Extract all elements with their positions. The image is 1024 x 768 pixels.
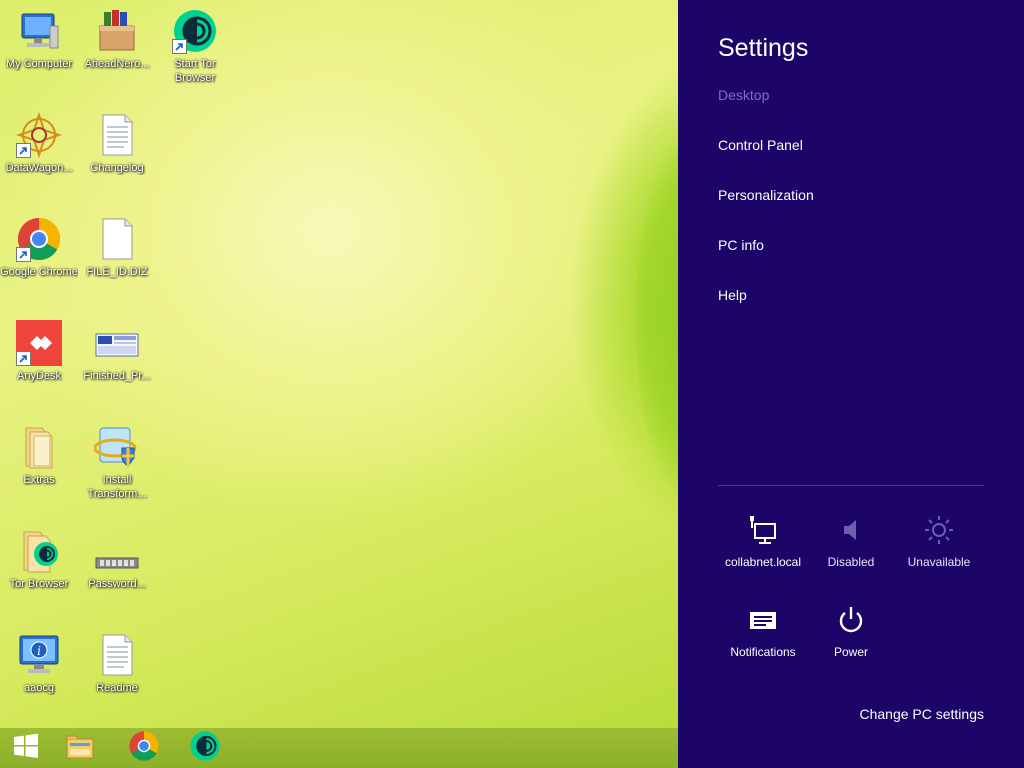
desktop-icon-file-id-diz[interactable]: FILE_ID.DIZ: [78, 216, 156, 279]
change-pc-settings-link[interactable]: Change PC settings: [859, 706, 984, 722]
settings-link-personalization[interactable]: Personalization: [718, 187, 814, 203]
desktop[interactable]: My Computer AheadNero... Start Tor Brows…: [0, 0, 736, 728]
desktop-icon-tor-browser-folder[interactable]: Tor Browser: [0, 528, 78, 591]
datawagon-icon: [16, 112, 62, 158]
taskbar-chrome[interactable]: [122, 731, 166, 765]
desktop-icon-datawagon[interactable]: DataWagon...: [0, 112, 78, 175]
chrome-icon: [16, 216, 62, 262]
power-icon: [807, 604, 895, 636]
taskbar-file-explorer[interactable]: [58, 731, 102, 765]
taskbar-tor[interactable]: [183, 731, 227, 765]
windows-logo-icon: [10, 730, 42, 766]
nero-box-icon: [94, 8, 140, 54]
brightness-icon: [895, 514, 983, 546]
start-button[interactable]: [4, 731, 48, 765]
installer-icon: [94, 424, 140, 470]
shortcut-arrow-icon: [172, 39, 187, 54]
settings-link-help[interactable]: Help: [718, 287, 747, 303]
folder-icon: [16, 424, 62, 470]
info-monitor-icon: i: [16, 632, 62, 678]
volume-button[interactable]: Disabled: [807, 514, 895, 569]
desktop-icon-anydesk[interactable]: AnyDesk: [0, 320, 78, 383]
settings-divider: [718, 485, 984, 486]
anydesk-icon: [16, 320, 62, 366]
shortcut-arrow-icon: [16, 143, 31, 158]
password-icon: [94, 528, 140, 574]
desktop-icon-changelog[interactable]: Changelog: [78, 112, 156, 175]
chrome-icon: [128, 730, 160, 766]
settings-charm-panel: Settings Desktop Control Panel Personali…: [678, 0, 1024, 768]
notifications-icon: [719, 604, 807, 636]
desktop-icon-password[interactable]: Password...: [78, 528, 156, 591]
network-icon: [719, 514, 807, 546]
desktop-icon-install-transform[interactable]: Install Transform...: [78, 424, 156, 501]
text-file-icon: [94, 112, 140, 158]
settings-context: Desktop: [718, 87, 770, 103]
finished-icon: [94, 320, 140, 366]
blank-file-icon: [94, 216, 140, 262]
tor-icon: [172, 8, 218, 54]
desktop-icon-extras[interactable]: Extras: [0, 424, 78, 487]
desktop-icon-finished[interactable]: Finished_Pr...: [78, 320, 156, 383]
tor-icon: [189, 730, 221, 766]
settings-link-pc-info[interactable]: PC info: [718, 237, 764, 253]
desktop-icon-aheadnero[interactable]: AheadNero...: [78, 8, 156, 71]
desktop-icon-my-computer[interactable]: My Computer: [0, 8, 78, 71]
shortcut-arrow-icon: [16, 247, 31, 262]
tor-folder-icon: [16, 528, 62, 574]
shortcut-arrow-icon: [16, 351, 31, 366]
settings-link-control-panel[interactable]: Control Panel: [718, 137, 803, 153]
taskbar: [0, 728, 678, 768]
desktop-icon-google-chrome[interactable]: Google Chrome: [0, 216, 78, 279]
notifications-button[interactable]: Notifications: [719, 604, 807, 659]
folder-icon: [64, 730, 96, 766]
svg-text:i: i: [37, 644, 41, 658]
brightness-button[interactable]: Unavailable: [895, 514, 983, 569]
desktop-icon-start-tor-browser[interactable]: Start Tor Browser: [156, 8, 234, 85]
text-file-icon: [94, 632, 140, 678]
network-button[interactable]: collabnet.local: [719, 514, 807, 569]
volume-icon: [807, 514, 895, 546]
power-button[interactable]: Power: [807, 604, 895, 659]
settings-title: Settings: [718, 34, 809, 62]
computer-icon: [16, 8, 62, 54]
desktop-icon-aaocg[interactable]: i aaocg: [0, 632, 78, 695]
desktop-icon-readme[interactable]: Readme: [78, 632, 156, 695]
